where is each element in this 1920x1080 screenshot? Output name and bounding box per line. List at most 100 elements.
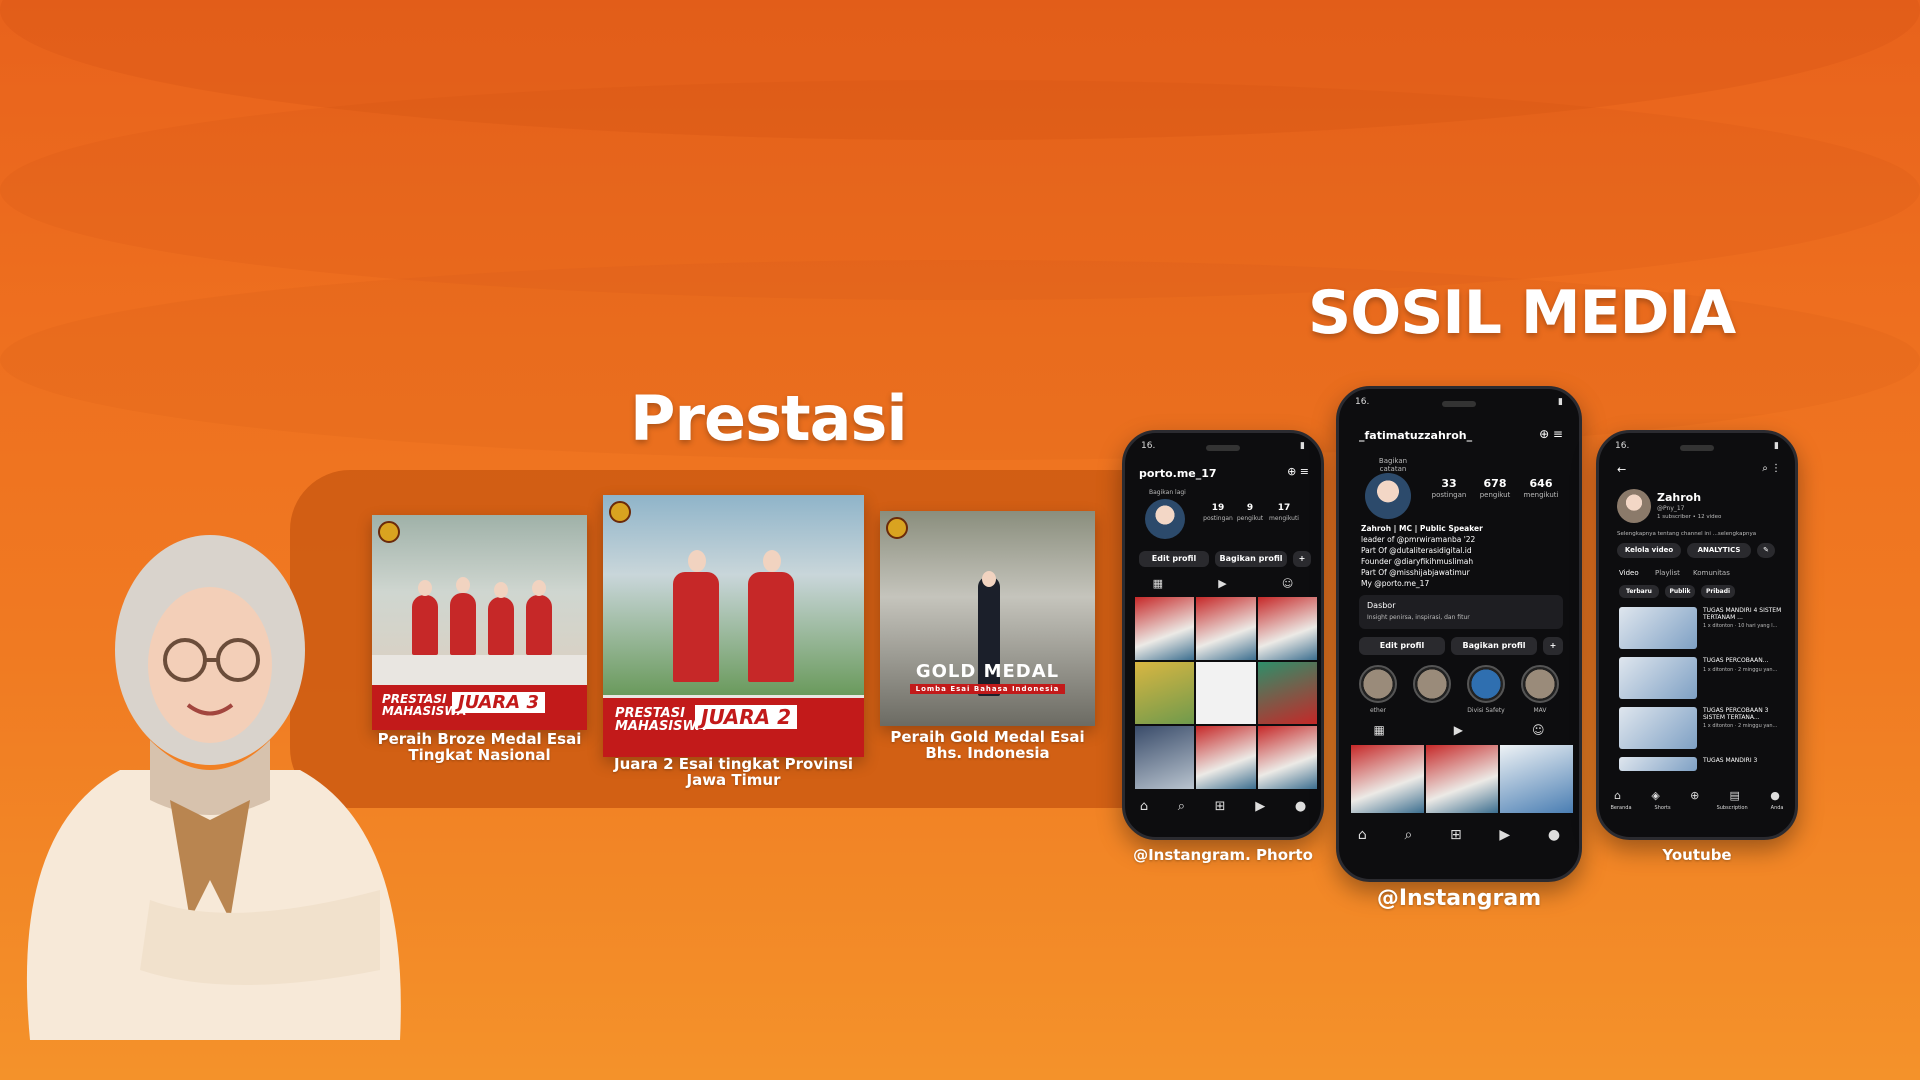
edit-profile-button[interactable]: Edit profil — [1139, 551, 1209, 567]
highlight-label: Divisi Safety — [1467, 707, 1505, 714]
subscriptions-icon[interactable]: ▤ — [1730, 789, 1740, 802]
instagram-main-label: @Instangram — [1376, 886, 1542, 911]
stat-following-value: 646 — [1529, 477, 1553, 490]
profile-avatar[interactable] — [1365, 473, 1411, 519]
home-icon[interactable]: ⌂ — [1140, 799, 1148, 814]
highlight-1[interactable] — [1359, 665, 1397, 703]
youtube-label: Youtube — [1662, 846, 1732, 864]
bottom-nav[interactable]: ⌂ ⌕ ⊞ ▶ ● — [1125, 799, 1321, 814]
filter-private[interactable]: Pribadi — [1701, 585, 1735, 598]
tab-community[interactable]: Komunitas — [1693, 569, 1730, 577]
reels-nav-icon[interactable]: ▶ — [1499, 827, 1510, 843]
video-list-item[interactable]: TUGAS MANDIRI 4 SISTEM TERTANAM ... 1 x … — [1599, 607, 1795, 653]
university-logo-icon — [609, 501, 631, 523]
home-icon[interactable]: ⌂ — [1614, 789, 1621, 802]
gold-medal-label: GOLD MEDAL — [915, 661, 1060, 682]
highlight-4[interactable] — [1521, 665, 1559, 703]
prestasi-mahasiswa-label: PRESTASI MAHASISWA — [615, 706, 707, 734]
juara-badge: JUARA 3 — [452, 692, 546, 713]
grid-icon[interactable]: ▦ — [1153, 577, 1163, 590]
shorts-icon[interactable]: ◈ — [1651, 789, 1659, 802]
gold-medal-subtitle: Lomba Esai Bahasa Indonesia — [909, 684, 1066, 694]
filter-public[interactable]: Publik — [1665, 585, 1695, 598]
highlight-3[interactable] — [1467, 665, 1505, 703]
stat-following-value: 17 — [1277, 503, 1291, 513]
award-caption-gold: Peraih Gold Medal Esai Bhs. Indonesia — [890, 728, 1085, 762]
grid-icon[interactable]: ▦ — [1373, 723, 1384, 737]
reels-icon[interactable]: ▶ — [1454, 723, 1463, 737]
note-bubble: Bagikan catatan — [1378, 457, 1408, 473]
reels-nav-icon[interactable]: ▶ — [1255, 799, 1265, 814]
manage-videos-button[interactable]: Kelola video — [1617, 543, 1681, 558]
note-bubble: Bagikan lagi — [1149, 489, 1186, 496]
video-thumbnail — [1619, 607, 1697, 649]
bottom-nav[interactable]: ⌂ ◈ ⊕ ▤ ● — [1599, 789, 1795, 802]
prestasi-title: Prestasi — [630, 382, 908, 455]
stat-followers-value: 9 — [1246, 503, 1254, 513]
stat-posts-value: 19 — [1211, 503, 1225, 513]
edit-icon[interactable]: ✎ — [1757, 543, 1775, 558]
award-card-juara-2[interactable]: PRESTASI MAHASISWA JUARA 2 — [603, 495, 864, 757]
video-meta: 1 x ditonton · 2 minggu yan... — [1703, 667, 1778, 673]
add-person-button[interactable]: + — [1543, 637, 1563, 655]
stat-posts-value: 33 — [1441, 477, 1457, 490]
bottom-nav-labels: Beranda Shorts Subscription Anda — [1599, 805, 1795, 811]
you-icon[interactable]: ● — [1770, 789, 1780, 802]
home-icon[interactable]: ⌂ — [1358, 827, 1367, 843]
create-icon[interactable]: ⊕ — [1690, 789, 1699, 802]
search-icon[interactable]: ⌕ — [1178, 799, 1185, 814]
profile-username: _fatimatuzzahroh_ — [1359, 429, 1473, 442]
tab-video[interactable]: Video — [1619, 569, 1639, 577]
tagged-icon[interactable]: ☺ — [1282, 577, 1293, 590]
video-list-item[interactable]: TUGAS PERCOBAAN 3 SISTEM TERTANA... 1 x … — [1599, 707, 1795, 753]
university-logo-icon — [886, 517, 908, 539]
dashboard-card[interactable]: Dasbor Insight penirsa, inspirasi, dan f… — [1359, 595, 1563, 629]
tagged-icon[interactable]: ☺ — [1532, 723, 1545, 737]
video-list-item[interactable]: TUGAS PERCOBAAN... 1 x ditonton · 2 ming… — [1599, 657, 1795, 703]
award-card-gold[interactable]: GOLD MEDAL Lomba Esai Bahasa Indonesia — [880, 511, 1095, 726]
juara-badge: JUARA 2 — [695, 705, 798, 729]
nav-label-subscriptions: Subscription — [1716, 805, 1748, 811]
filter-newest[interactable]: Terbaru — [1619, 585, 1659, 598]
nav-label-home: Beranda — [1610, 805, 1632, 811]
share-profile-button[interactable]: Bagikan profil — [1451, 637, 1537, 655]
award-caption-bronze: Peraih Broze Medal Esai Tingkat Nasional — [377, 730, 582, 764]
video-list-item[interactable]: TUGAS MANDIRI 3 — [1599, 757, 1795, 777]
instagram-photo-phone[interactable]: 16. ▮ porto.me_17 ⊕ ≡ Bagikan lagi 19 pos… — [1122, 430, 1324, 840]
instagram-photo-label: @Instangram. Phorto — [1133, 846, 1313, 864]
add-person-button[interactable]: + — [1293, 551, 1311, 567]
instagram-main-phone[interactable]: 16. ▮ _fatimatuzzahroh_ ⊕ ≡ Bagikan catat… — [1336, 386, 1582, 882]
reels-icon[interactable]: ▶ — [1218, 577, 1226, 590]
social-media-title: SOSIL MEDIA — [1308, 278, 1736, 348]
status-time: 16. — [1615, 441, 1630, 451]
profile-nav-icon[interactable]: ● — [1295, 799, 1306, 814]
profile-tabs[interactable]: ▦ ▶ ☺ — [1339, 723, 1579, 737]
profile-nav-icon[interactable]: ● — [1548, 827, 1560, 843]
battery-icon: ▮ — [1774, 441, 1779, 451]
analytics-button[interactable]: ANALYTICS — [1687, 543, 1751, 558]
video-thumbnail — [1619, 707, 1697, 749]
add-post-icon[interactable]: ⊞ — [1450, 827, 1462, 843]
post-grid[interactable] — [1351, 745, 1573, 813]
tab-playlist[interactable]: Playlist — [1655, 569, 1680, 577]
post-grid[interactable] — [1135, 597, 1317, 789]
profile-avatar[interactable] — [1145, 499, 1185, 539]
award-card-bronze[interactable]: PRESTASI MAHASISWA JUARA 3 — [372, 515, 587, 730]
add-post-icon[interactable]: ⊞ — [1215, 799, 1226, 814]
highlight-2[interactable] — [1413, 665, 1451, 703]
status-time: 16. — [1141, 441, 1156, 451]
profile-tabs[interactable]: ▦ ▶ ☺ — [1125, 577, 1321, 590]
bottom-nav[interactable]: ⌂ ⌕ ⊞ ▶ ● — [1339, 827, 1579, 843]
edit-profile-button[interactable]: Edit profil — [1359, 637, 1445, 655]
channel-avatar[interactable] — [1617, 489, 1651, 523]
back-arrow-icon[interactable]: ← — [1617, 463, 1626, 476]
status-time: 16. — [1355, 397, 1370, 407]
battery-icon: ▮ — [1300, 441, 1305, 451]
share-profile-button[interactable]: Bagikan profil — [1215, 551, 1287, 567]
dashboard-title: Dasbor — [1367, 601, 1396, 610]
stat-followers-value: 678 — [1483, 477, 1507, 490]
youtube-phone[interactable]: 16. ▮ ← ⌕ ⋮ Zahroh @Pny_17 1 subscriber •… — [1596, 430, 1798, 840]
channel-handle: @Pny_17 — [1657, 505, 1685, 512]
search-icon[interactable]: ⌕ — [1404, 827, 1412, 843]
stat-following-label: mengikuti — [1269, 515, 1299, 522]
